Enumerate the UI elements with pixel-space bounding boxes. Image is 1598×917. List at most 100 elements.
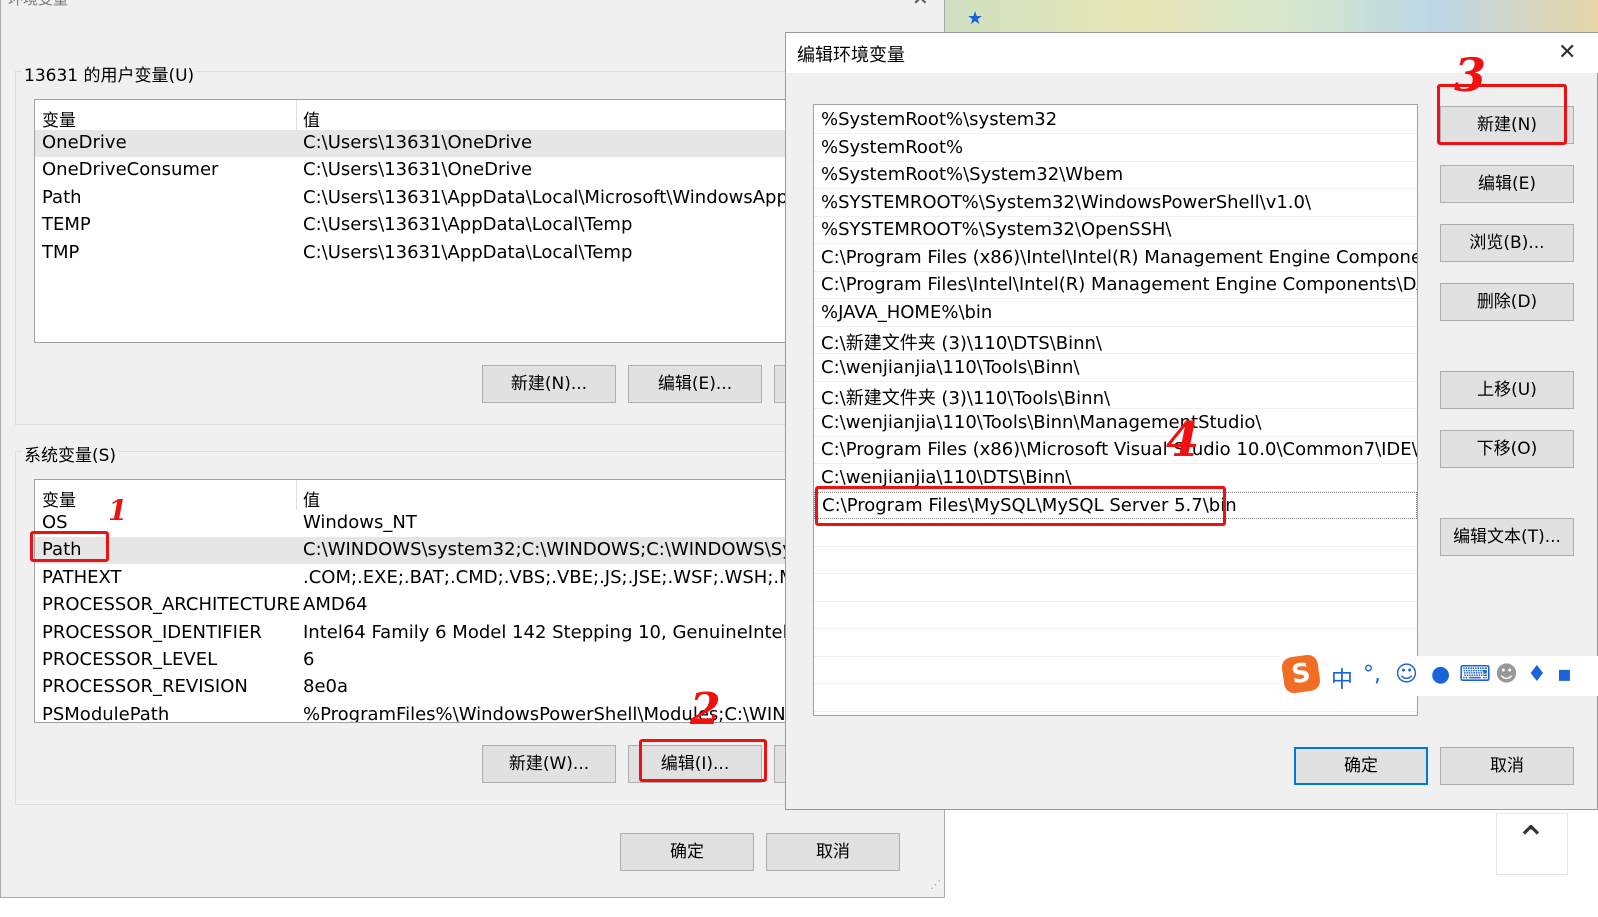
path-list[interactable]: %SystemRoot%\system32 %SystemRoot% %System… xyxy=(813,104,1418,716)
close-icon[interactable]: ✕ xyxy=(912,0,929,10)
variable-value: C:\Users\13631\OneDrive xyxy=(303,132,533,153)
path-entry[interactable]: C:\Program Files (x86)\Microsoft Visual … xyxy=(814,437,1417,464)
column-separator xyxy=(296,480,297,510)
keyboard-icon[interactable]: ⌨ xyxy=(1459,662,1491,687)
cancel-button[interactable]: 取消 xyxy=(766,833,900,871)
variable-name: PROCESSOR_LEVEL xyxy=(42,649,218,670)
path-entry[interactable]: C:\Program Files (x86)\Intel\Intel(R) Ma… xyxy=(814,245,1417,272)
system-new-button[interactable]: 新建(W)... xyxy=(482,745,616,783)
variable-name: PROCESSOR_REVISION xyxy=(42,676,248,698)
move-down-button[interactable]: 下移(O) xyxy=(1440,430,1574,468)
column-header-value[interactable]: 值 xyxy=(303,486,320,511)
path-entry-text: C:\Program Files\Intel\Intel(R) Manageme… xyxy=(821,274,1418,295)
path-entry-text: %SystemRoot%\System32\Wbem xyxy=(821,164,1124,185)
path-entry-text: C:\wenjianjia\110\Tools\Binn\ xyxy=(821,356,1080,378)
variable-name: OS xyxy=(42,512,68,533)
variable-value: AMD64 xyxy=(303,594,368,616)
path-entry-text: %SYSTEMROOT%\System32\WindowsPowerShell\… xyxy=(821,191,1312,213)
variable-name: PROCESSOR_ARCHITECTURE xyxy=(42,594,301,616)
empty-row[interactable] xyxy=(814,575,1417,602)
annotation-box-edit xyxy=(639,739,767,782)
variable-value: C:\Users\13631\AppData\Local\Microsoft\W… xyxy=(303,186,804,208)
ok-button[interactable]: 确定 xyxy=(620,833,754,871)
variable-name: Path xyxy=(42,186,82,208)
delete-button[interactable]: 删除(D) xyxy=(1440,283,1574,321)
variable-value: %ProgramFiles%\WindowsPowerShell\Modules… xyxy=(303,703,814,723)
menu-icon[interactable]: ▪ xyxy=(1557,662,1572,687)
browse-button[interactable]: 浏览(B)... xyxy=(1440,224,1574,262)
edit-button[interactable]: 编辑(E) xyxy=(1440,165,1574,203)
annotation-step-4: 4 xyxy=(1166,412,1200,468)
variable-value: 6 xyxy=(303,649,315,670)
annotation-box-path xyxy=(30,531,109,562)
column-header-value[interactable]: 值 xyxy=(303,106,320,131)
variable-value: C:\Users\13631\OneDrive xyxy=(303,159,533,181)
dialog-title: 编辑环境变量 xyxy=(797,45,905,66)
shirt-icon[interactable]: ♦ xyxy=(1527,662,1547,687)
path-entry-text: C:\Program Files (x86)\Intel\Intel(R) Ma… xyxy=(821,246,1418,268)
system-variables-label: 系统变量(S) xyxy=(22,441,119,466)
path-entry[interactable]: %JAVA_HOME%\bin xyxy=(814,300,1417,327)
path-entry[interactable]: C:\新建文件夹 (3)\110\DTS\Binn\ xyxy=(814,327,1417,354)
empty-row[interactable] xyxy=(814,602,1417,629)
annotation-step-2: 2 xyxy=(690,684,721,735)
path-entry-text: C:\Program Files (x86)\Microsoft Visual … xyxy=(821,439,1418,460)
empty-row[interactable] xyxy=(814,547,1417,574)
column-header-variable[interactable]: 变量 xyxy=(42,486,76,511)
annotation-step-3: 3 xyxy=(1454,48,1487,102)
variable-value: 8e0a xyxy=(303,676,349,698)
dialog-title: 环境变量 xyxy=(8,0,68,9)
annotation-step-1: 1 xyxy=(108,494,128,527)
variable-value: Intel64 Family 6 Model 142 Stepping 10, … xyxy=(303,621,788,643)
variable-value: C:\Users\13631\AppData\Local\Temp xyxy=(303,214,633,236)
path-entry-text: %SYSTEMROOT%\System32\OpenSSH\ xyxy=(821,219,1172,240)
path-entry[interactable]: C:\新建文件夹 (3)\110\Tools\Binn\ xyxy=(814,382,1417,409)
path-entry-text: %JAVA_HOME%\bin xyxy=(821,301,993,323)
move-up-button[interactable]: 上移(U) xyxy=(1440,371,1574,409)
variable-name: TMP xyxy=(42,241,80,263)
path-entry[interactable]: %SystemRoot% xyxy=(814,135,1417,162)
path-entry[interactable]: C:\wenjianjia\110\Tools\Binn\ManagementS… xyxy=(814,410,1417,437)
path-entry-text: C:\新建文件夹 (3)\110\Tools\Binn\ xyxy=(821,388,1111,409)
variable-name: PROCESSOR_IDENTIFIER xyxy=(42,621,262,643)
path-entry[interactable]: %SYSTEMROOT%\System32\WindowsPowerShell\… xyxy=(814,190,1417,217)
column-separator xyxy=(296,100,297,130)
path-entry-text: %SystemRoot% xyxy=(821,136,964,158)
variable-name: OneDrive xyxy=(42,132,127,153)
scroll-to-top-button[interactable]: ⌃ xyxy=(1496,813,1568,875)
variable-value: C:\WINDOWS\system32;C:\WINDOWS;C:\WINDOW… xyxy=(303,539,810,561)
variable-value: C:\Users\13631\AppData\Local\Temp xyxy=(303,241,633,263)
edit-ok-button[interactable]: 确定 xyxy=(1294,747,1428,785)
ime-toolbar: S 中 °, ☺ ● ⌨ ☻ ♦ ▪ xyxy=(1280,653,1598,696)
people-icon[interactable]: ☻ xyxy=(1495,662,1518,687)
star-icon: ★ xyxy=(967,8,984,29)
close-icon[interactable]: ✕ xyxy=(1558,40,1576,65)
resize-grip-icon[interactable]: ⋰ xyxy=(930,878,941,891)
variable-value: .COM;.EXE;.BAT;.CMD;.VBS;.VBE;.JS;.JSE;.… xyxy=(303,566,819,588)
edit-cancel-button[interactable]: 取消 xyxy=(1440,747,1574,785)
edit-text-button[interactable]: 编辑文本(T)... xyxy=(1440,518,1574,556)
user-variables-label: 13631 的用户变量(U) xyxy=(22,61,197,86)
path-entry-text: %SystemRoot%\system32 xyxy=(821,109,1058,130)
chevron-up-icon: ⌃ xyxy=(1515,818,1547,862)
user-new-button[interactable]: 新建(N)... xyxy=(482,365,616,403)
user-edit-button[interactable]: 编辑(E)... xyxy=(628,365,762,403)
variable-name: TEMP xyxy=(42,214,91,236)
path-entry-text: C:\wenjianjia\110\DTS\Binn\ xyxy=(821,466,1072,488)
empty-row[interactable] xyxy=(814,630,1417,657)
desktop-wallpaper-strip: ★ xyxy=(945,0,1598,34)
variable-name: PATHEXT xyxy=(42,566,122,588)
variable-name: PSModulePath xyxy=(42,703,170,723)
path-entry[interactable]: %SystemRoot%\System32\Wbem xyxy=(814,162,1417,189)
path-entry[interactable]: %SYSTEMROOT%\System32\OpenSSH\ xyxy=(814,217,1417,244)
path-entry[interactable]: %SystemRoot%\system32 xyxy=(814,107,1417,134)
emoji-icon[interactable]: ☺ xyxy=(1395,662,1418,687)
sogou-logo-icon[interactable]: S xyxy=(1280,653,1322,695)
mic-icon[interactable]: ● xyxy=(1431,662,1450,687)
path-entry[interactable]: C:\wenjianjia\110\Tools\Binn\ xyxy=(814,355,1417,382)
language-toggle[interactable]: 中 xyxy=(1331,662,1353,694)
path-entry-text: C:\新建文件夹 (3)\110\DTS\Binn\ xyxy=(821,333,1102,354)
path-entry[interactable]: C:\Program Files\Intel\Intel(R) Manageme… xyxy=(814,272,1417,299)
punctuation-toggle[interactable]: °, xyxy=(1363,662,1381,687)
column-header-variable[interactable]: 变量 xyxy=(42,106,76,131)
